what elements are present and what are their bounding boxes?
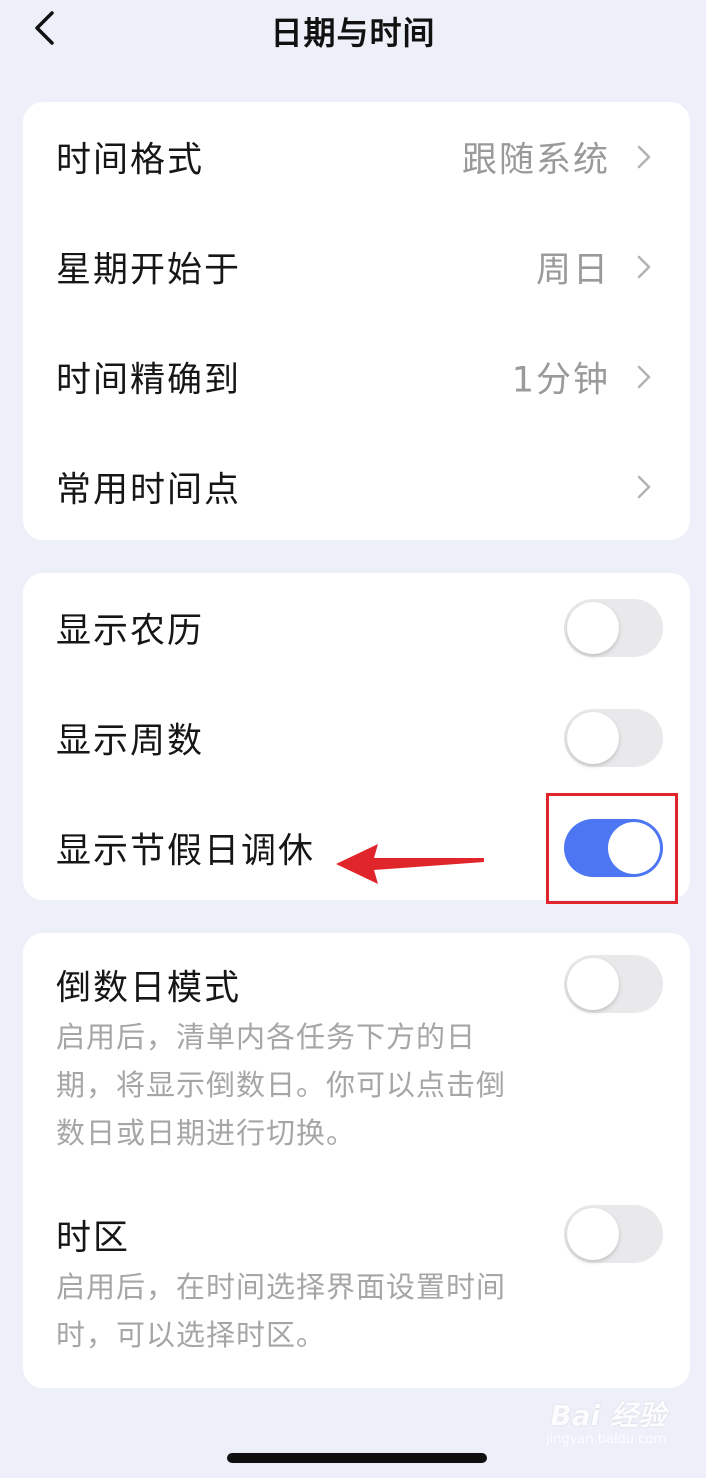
countdown-mode-row: 倒数日模式 启用后，清单内各任务下方的日期，将显示倒数日。你可以点击倒数日或日期… xyxy=(23,933,690,1163)
time-format-value: 跟随系统 xyxy=(461,140,610,181)
chevron-right-icon xyxy=(637,475,651,499)
page-title: 日期与时间 xyxy=(270,14,436,52)
time-format-row[interactable]: 时间格式 跟随系统 xyxy=(23,102,690,212)
screen: { "header": { "title": "日期与时间", "back_ic… xyxy=(0,0,706,1478)
toggle-knob xyxy=(567,602,619,654)
chevron-right-icon xyxy=(637,145,651,169)
show-week-number-row: 显示周数 xyxy=(23,683,690,793)
time-precision-value: 1分钟 xyxy=(511,360,610,401)
chevron-right-icon xyxy=(637,255,651,279)
week-start-row[interactable]: 星期开始于 周日 xyxy=(23,212,690,322)
timezone-row: 时区 启用后，在时间选择界面设置时间时，可以选择时区。 xyxy=(23,1183,690,1383)
advanced-settings-card: 倒数日模式 启用后，清单内各任务下方的日期，将显示倒数日。你可以点击倒数日或日期… xyxy=(23,933,690,1388)
show-week-number-label: 显示周数 xyxy=(56,721,205,762)
toggle-knob xyxy=(567,958,619,1010)
week-start-label: 星期开始于 xyxy=(56,250,242,291)
week-start-value: 周日 xyxy=(535,250,610,291)
watermark-url: jingyan.baidu.com xyxy=(546,1432,666,1447)
time-format-label: 时间格式 xyxy=(56,140,205,181)
home-indicator[interactable] xyxy=(227,1453,487,1463)
countdown-mode-description: 启用后，清单内各任务下方的日期，将显示倒数日。你可以点击倒数日或日期进行切换。 xyxy=(56,1020,507,1150)
watermark-logo: Bai 经验 xyxy=(550,1399,666,1432)
toggle-knob xyxy=(567,712,619,764)
common-times-row[interactable]: 常用时间点 xyxy=(23,432,690,542)
watermark: Bai 经验 jingyan.baidu.com xyxy=(536,1400,666,1448)
show-lunar-label: 显示农历 xyxy=(56,611,205,652)
show-holiday-label: 显示节假日调休 xyxy=(56,831,316,872)
toggle-knob xyxy=(567,1208,619,1260)
timezone-label: 时区 xyxy=(56,1218,131,1259)
timezone-description: 启用后，在时间选择界面设置时间时，可以选择时区。 xyxy=(56,1270,507,1352)
time-precision-row[interactable]: 时间精确到 1分钟 xyxy=(23,322,690,432)
timezone-toggle[interactable] xyxy=(564,1205,663,1263)
countdown-mode-label: 倒数日模式 xyxy=(56,968,242,1009)
annotation-arrow-icon xyxy=(336,844,484,884)
general-settings-card: 时间格式 跟随系统 星期开始于 周日 时间精确到 1分钟 常用时间点 xyxy=(23,102,690,540)
show-lunar-toggle[interactable] xyxy=(564,599,663,657)
navigation-bar: 日期与时间 xyxy=(0,0,706,60)
show-lunar-row: 显示农历 xyxy=(23,573,690,683)
common-times-label: 常用时间点 xyxy=(56,470,242,511)
chevron-right-icon xyxy=(637,365,651,389)
show-week-number-toggle[interactable] xyxy=(564,709,663,767)
annotation-highlight-box xyxy=(546,793,678,904)
time-precision-label: 时间精确到 xyxy=(56,360,242,401)
countdown-mode-toggle[interactable] xyxy=(564,955,663,1013)
